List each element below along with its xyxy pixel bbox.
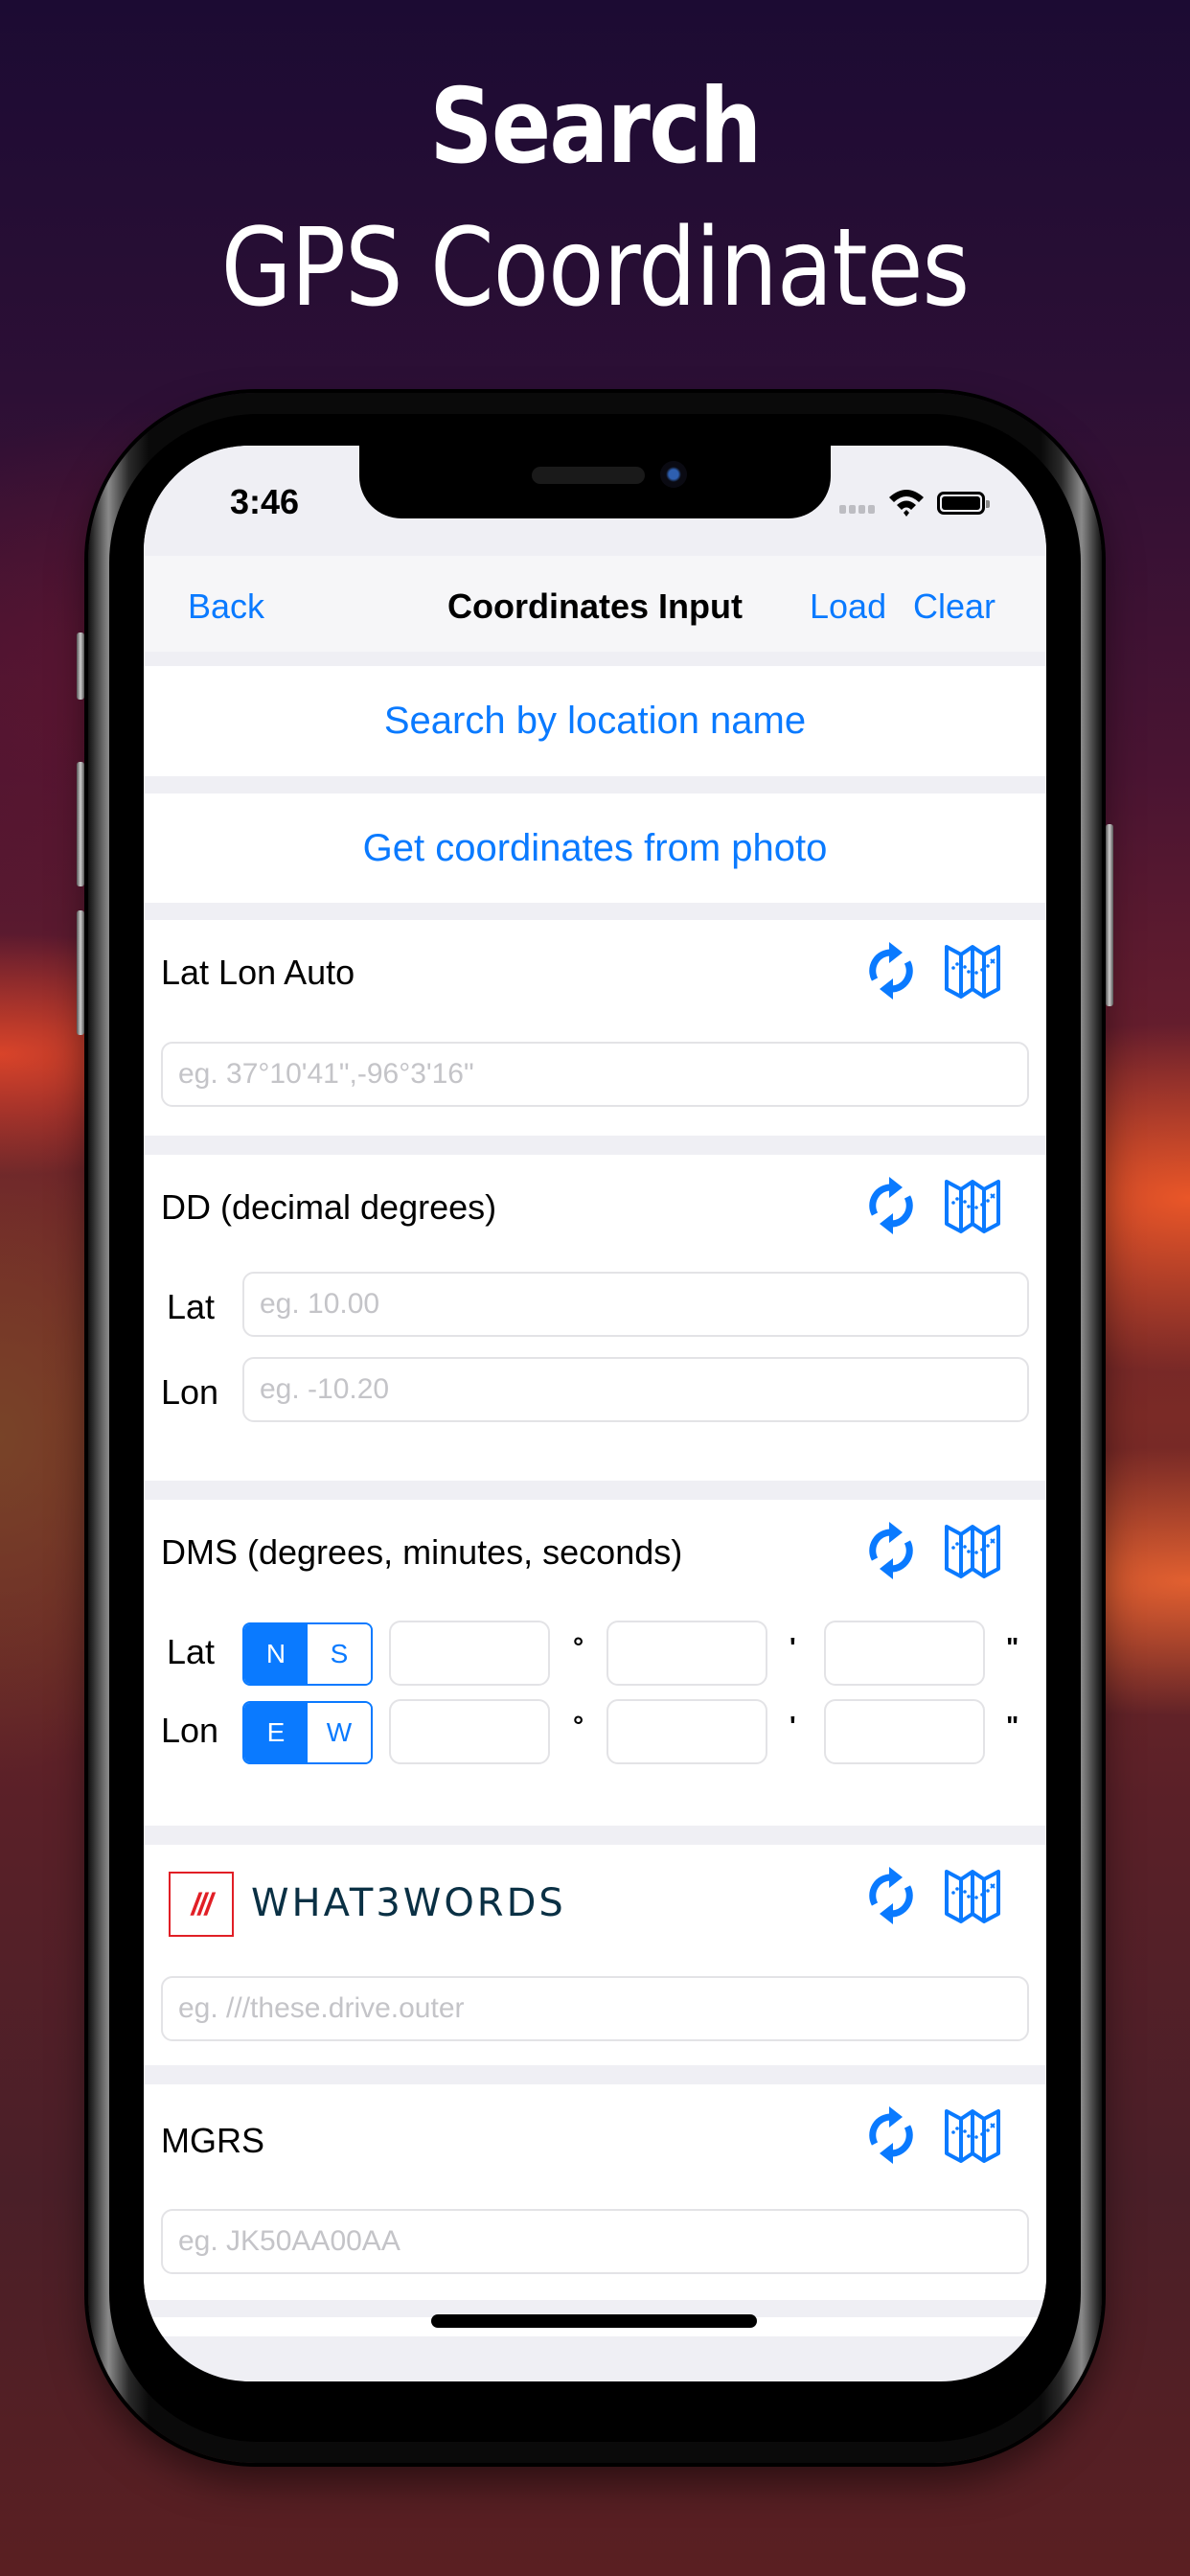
- folded-map-icon: [945, 1525, 1000, 1578]
- minute-symbol: ': [790, 1632, 796, 1662]
- section-title: DMS (degrees, minutes, seconds): [161, 1532, 683, 1572]
- refresh-icon: [869, 1522, 913, 1579]
- section-latlon-auto: Lat Lon Auto: [144, 920, 1046, 1136]
- search-by-location-label: Search by location name: [383, 700, 807, 742]
- mgrs-input[interactable]: [161, 2209, 1029, 2274]
- dms-lat-minutes-input[interactable]: [606, 1621, 767, 1686]
- phone-frame: 3:46 Back Coordinates Input Load Clear S…: [77, 393, 1113, 2463]
- signal-icon: [839, 505, 875, 514]
- dms-lon-label: Lon: [161, 1711, 219, 1750]
- section-title: DD (decimal degrees): [161, 1187, 497, 1227]
- lat-hemisphere-segmented-control[interactable]: N S: [242, 1622, 373, 1686]
- dms-lat-degrees-input[interactable]: [389, 1621, 550, 1686]
- dd-lon-input[interactable]: [242, 1357, 1029, 1422]
- hemisphere-w-option[interactable]: W: [308, 1703, 371, 1762]
- volume-down-button: [77, 910, 84, 1035]
- folded-map-icon: [945, 1870, 1000, 1923]
- lon-hemisphere-segmented-control[interactable]: E W: [242, 1701, 373, 1764]
- navigation-bar: Back Coordinates Input Load Clear: [144, 556, 1046, 652]
- dd-lon-label: Lon: [161, 1372, 219, 1412]
- back-button[interactable]: Back: [188, 586, 264, 627]
- degree-symbol: °: [573, 1711, 584, 1740]
- what3words-wordmark: WHAT3WORDS: [251, 1881, 566, 1925]
- dms-lon-seconds-input[interactable]: [824, 1699, 985, 1764]
- phone-screen: 3:46 Back Coordinates Input Load Clear S…: [144, 446, 1046, 2381]
- clear-button[interactable]: Clear: [913, 586, 995, 627]
- second-symbol: ": [1006, 1711, 1019, 1740]
- section-what3words: /// WHAT3WORDS: [144, 1845, 1046, 2065]
- show-on-map-icon[interactable]: [944, 2105, 1001, 2165]
- section-mgrs: MGRS: [144, 2084, 1046, 2300]
- power-button: [1106, 824, 1113, 1006]
- section-title: Lat Lon Auto: [161, 953, 355, 992]
- battery-icon: [937, 492, 990, 515]
- status-time: 3:46: [230, 482, 300, 521]
- folded-map-icon: [945, 945, 1000, 999]
- hero-subtitle: GPS Coordinates: [220, 206, 970, 331]
- show-on-map-icon[interactable]: [944, 941, 1001, 1000]
- refresh-icon: [869, 1177, 913, 1234]
- show-on-map-icon[interactable]: [944, 1176, 1001, 1235]
- minute-symbol: ': [790, 1711, 796, 1740]
- coordinates-from-photo-label: Get coordinates from photo: [362, 826, 828, 869]
- convert-refresh-icon[interactable]: [862, 1521, 920, 1580]
- hemisphere-n-option[interactable]: N: [244, 1624, 308, 1684]
- home-indicator[interactable]: [431, 2314, 757, 2328]
- refresh-icon: [869, 2106, 913, 2164]
- mute-switch: [77, 632, 84, 700]
- section-decimal-degrees: DD (decimal degrees) Lat Lon: [144, 1155, 1046, 1481]
- dd-lat-input[interactable]: [242, 1272, 1029, 1337]
- dms-lat-label: Lat: [167, 1632, 216, 1671]
- dms-lon-minutes-input[interactable]: [606, 1699, 767, 1764]
- convert-refresh-icon[interactable]: [862, 2105, 920, 2165]
- hero-title: Search: [429, 67, 762, 187]
- show-on-map-icon[interactable]: [944, 1521, 1001, 1580]
- folded-map-icon: [945, 1180, 1000, 1233]
- front-camera: [660, 461, 687, 488]
- convert-refresh-icon[interactable]: [862, 1866, 920, 1925]
- latlon-auto-input[interactable]: [161, 1042, 1029, 1107]
- degree-symbol: °: [573, 1632, 584, 1662]
- refresh-icon: [869, 942, 913, 1000]
- folded-map-icon: [945, 2109, 1000, 2163]
- load-button[interactable]: Load: [810, 586, 886, 627]
- page-title: Coordinates Input: [447, 586, 743, 626]
- show-on-map-icon[interactable]: [944, 1866, 1001, 1925]
- what3words-input[interactable]: [161, 1976, 1029, 2041]
- section-title: MGRS: [161, 2121, 264, 2160]
- search-by-location-button[interactable]: Search by location name: [144, 666, 1046, 776]
- second-symbol: ": [1006, 1632, 1019, 1662]
- hemisphere-e-option[interactable]: E: [244, 1703, 308, 1762]
- section-dms: DMS (degrees, minutes, seconds) Lat N S …: [144, 1500, 1046, 1826]
- speaker-grille: [532, 467, 645, 484]
- convert-refresh-icon[interactable]: [862, 941, 920, 1000]
- convert-refresh-icon[interactable]: [862, 1176, 920, 1235]
- what3words-logo-icon: ///: [169, 1872, 234, 1937]
- dms-lat-seconds-input[interactable]: [824, 1621, 985, 1686]
- volume-up-button: [77, 762, 84, 886]
- coordinates-from-photo-button[interactable]: Get coordinates from photo: [144, 794, 1046, 903]
- wifi-icon: [889, 490, 924, 517]
- dms-lon-degrees-input[interactable]: [389, 1699, 550, 1764]
- notch: [359, 446, 831, 518]
- refresh-icon: [869, 1867, 913, 1924]
- dd-lat-label: Lat: [167, 1287, 216, 1326]
- hemisphere-s-option[interactable]: S: [308, 1624, 371, 1684]
